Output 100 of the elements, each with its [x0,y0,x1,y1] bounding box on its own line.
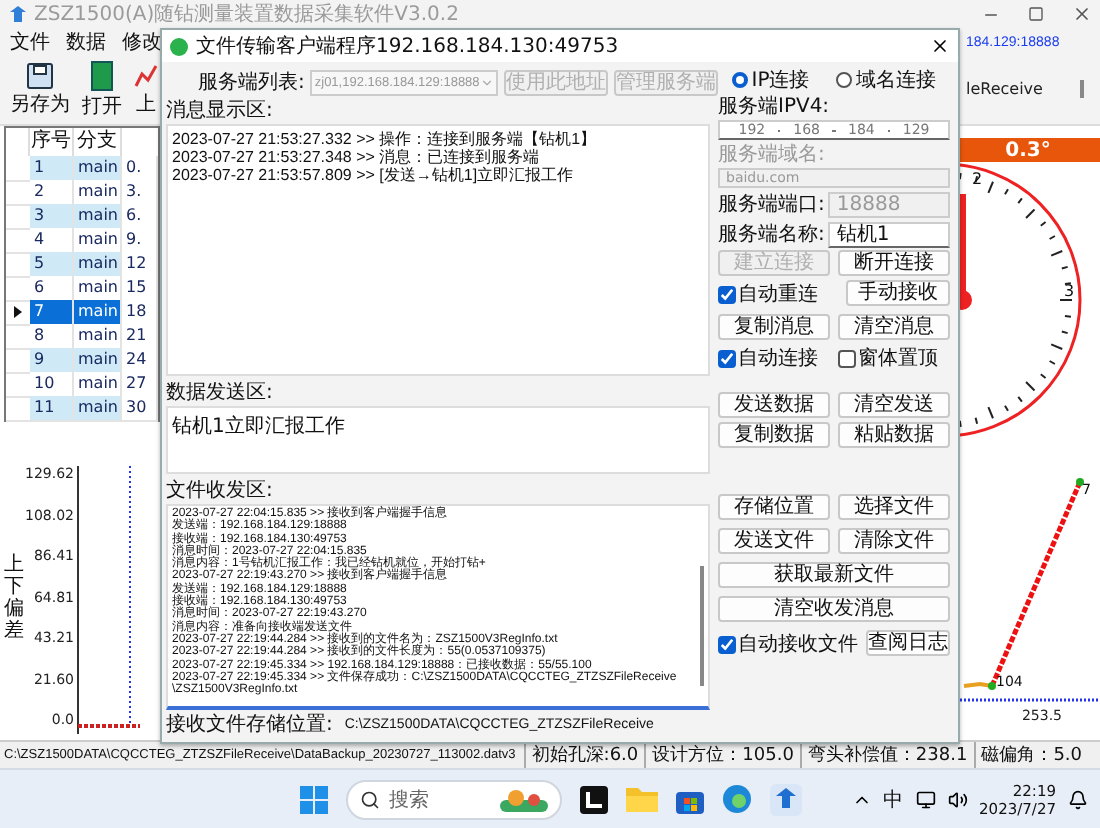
toolbar-button[interactable]: 上 [130,58,162,122]
table-cell: 15 [122,276,158,302]
table-cell: main [74,372,122,398]
action-button[interactable]: 发送文件 [718,528,830,554]
monitor-icon[interactable] [915,789,936,809]
action-button[interactable]: 清除文件 [838,528,950,554]
table-cell: 24 [122,348,158,374]
table-cell: 21 [122,324,158,350]
folder-text: leReceive [966,80,1043,98]
checkbox[interactable] [718,350,736,368]
row-pointer-icon [14,306,22,318]
field-label: 服务端列表: [198,69,305,95]
table-cell: main [74,252,122,278]
table-cell: main [74,396,122,422]
action-button[interactable]: 复制数据 [718,422,830,448]
table-cell: 5 [30,252,74,278]
table-cell: 3 [30,204,74,230]
app-icon[interactable] [769,783,801,815]
search-icon [359,789,379,809]
log-line: 2023-07-27 21:53:27.348 >> 消息：已连接到服务端 [172,148,542,166]
table-cell: main [74,156,122,182]
table-cell: 10 [30,372,74,398]
radio-option[interactable]: IP连接 [731,65,810,93]
table-cell: 0. [122,156,158,182]
checkbox-label[interactable]: 自动接收文件 [738,632,858,658]
checkbox[interactable] [718,636,736,654]
browser-icon[interactable] [721,784,751,814]
scrollbar-thumb[interactable] [700,566,704,686]
search-field[interactable]: 搜索 [345,779,561,819]
speaker-icon[interactable] [947,789,968,809]
action-button[interactable]: 选择文件 [838,494,950,520]
table-cell: 1 [30,156,74,182]
action-button[interactable]: 断开连接 [838,250,950,276]
window-title: ZSZ1500(A)随钻测量装置数据采集软件V3.0.2 [34,1,459,28]
table-cell: 11 [30,396,74,422]
action-button[interactable]: 复制消息 [718,314,830,340]
dialog-title: 文件传输客户端程序192.168.184.130:49753 [196,33,619,60]
table-cell: 27 [122,372,158,398]
field-label: 服务端IPV4: [718,94,832,120]
send-text: 钻机1立即汇报工作 [172,413,347,440]
window-app-icon[interactable] [579,785,607,813]
table-cell: 4 [30,228,74,254]
table-cell: 3. [122,180,158,206]
field-label: 服务端端口: [718,191,825,217]
action-button[interactable]: 获取最新文件 [718,562,950,588]
radio-option[interactable]: 域名连接 [836,65,937,93]
field-label: 服务端域名: [718,142,827,168]
app-icon [170,37,188,55]
action-button[interactable]: 清空消息 [838,314,950,340]
table-cell: 6 [30,276,74,302]
table-cell: 9 [30,348,74,374]
toolbar-button[interactable]: 打开 [78,58,126,122]
checkbox[interactable] [718,286,736,304]
table-cell: main [74,204,122,230]
log-line: 2023-07-27 21:53:57.809 >> [发送→钻机1]立即汇报工作 [172,166,576,184]
gauge-scale-label: 3 [1064,282,1075,300]
action-button[interactable]: 发送数据 [718,392,830,418]
windows-logo-icon[interactable] [299,785,327,813]
table-cell: main [74,300,122,326]
log-line: 2023-07-27 21:53:27.332 >> 操作：连接到服务端【钻机1】 [172,130,599,148]
table-cell: 6. [122,204,158,230]
table-cell: 8 [30,324,74,350]
menu-item[interactable]: 数据 [56,28,112,56]
action-button[interactable]: 查阅日志 [866,630,950,656]
table-cell: 2 [30,180,74,206]
checkbox-label[interactable]: 窗体置顶 [858,346,938,372]
text-field[interactable]: 钻机1 [828,221,950,247]
table-cell: main [74,180,122,206]
action-button[interactable]: 手动接收 [846,280,950,306]
checkbox-label[interactable]: 自动连接 [738,346,818,372]
checkbox[interactable] [838,350,856,368]
section-label: 消息显示区: [166,98,275,124]
field-label: 接收文件存储位置: [166,711,333,737]
checkbox-label[interactable]: 自动重连 [738,282,818,308]
action-button[interactable]: 存储位置 [718,494,830,520]
section-label: 数据发送区: [166,380,275,406]
line-chart-icon [134,62,158,90]
toolbar-button[interactable]: 另存为 [6,58,74,122]
section-label: 文件收发区: [166,478,275,504]
landscape-icon [499,787,547,811]
bell-icon[interactable] [1068,789,1088,809]
gauge-reading: 0.3° [1005,139,1051,161]
table-cell: 9. [122,228,158,254]
input-method-indicator[interactable]: 中 [883,785,904,813]
maximize-icon[interactable] [1028,6,1044,22]
axis-label: 上下偏差 [4,553,24,641]
close-icon[interactable] [1072,4,1092,24]
menu-item[interactable]: 修改 [112,28,168,56]
table-cell: main [74,276,122,302]
gauge-scale-label: 2 [972,170,983,188]
close-icon[interactable] [930,36,950,56]
table-cell: main [74,228,122,254]
action-button[interactable]: 清空发送 [838,392,950,418]
chevron-down-icon [479,75,494,89]
table-cell: 7 [30,300,74,326]
field-label: 服务端名称: [718,221,825,247]
action-button[interactable]: 粘贴数据 [838,422,950,448]
action-button[interactable]: 清空收发消息 [718,596,950,622]
menu-item[interactable]: 文件 [0,28,56,56]
send-text-area[interactable]: 钻机1立即汇报工作 [166,406,710,474]
